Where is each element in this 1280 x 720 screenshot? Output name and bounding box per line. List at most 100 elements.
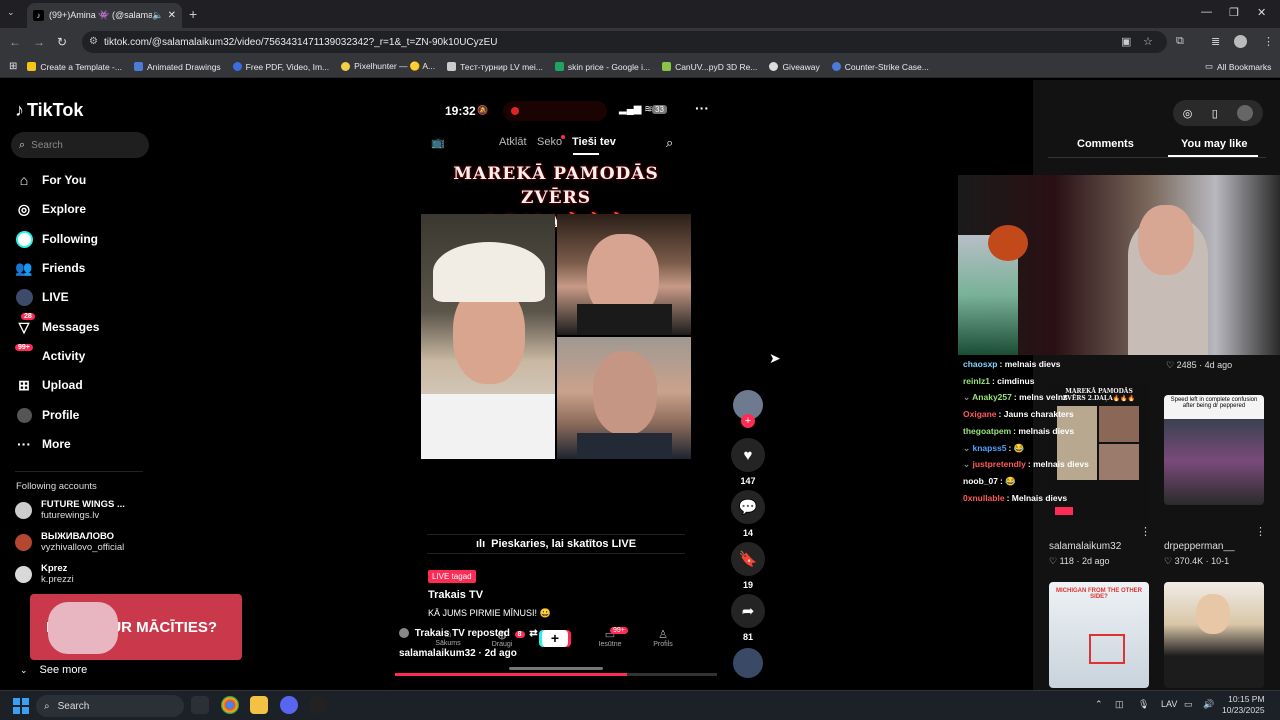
bookmark-item[interactable]: Free PDF, Video, Im... (232, 62, 329, 72)
following-account[interactable]: FUTURE WINGS ... futurewings.lv (15, 496, 155, 524)
create-button[interactable]: + (542, 630, 568, 647)
recommended-video-thumbnail[interactable] (1164, 582, 1264, 688)
save-button[interactable]: 🔖 (731, 542, 765, 576)
install-app-icon[interactable]: ▣ (1121, 35, 1131, 48)
back-button[interactable]: ← (9, 35, 21, 49)
discord-app-icon[interactable] (280, 696, 298, 714)
url-field[interactable]: ⚙ tiktok.com/@salamalaikum32/video/75634… (82, 31, 1167, 53)
author-handle[interactable]: salamalaikum32 · 2d ago (399, 648, 517, 659)
chat-text: melnais dievs (1033, 459, 1089, 470)
card-author[interactable]: drpepperman__ (1164, 541, 1235, 552)
tab-comments[interactable]: Comments (1077, 138, 1134, 150)
nav-upload[interactable]: ⊞ Upload (15, 374, 155, 396)
chrome-menu-icon[interactable]: ⋮ (1263, 35, 1274, 48)
reload-button[interactable]: ↻ (57, 35, 67, 49)
network-icon[interactable]: ▭ (1184, 699, 1193, 710)
windows-start-icon[interactable] (13, 698, 29, 714)
tray-app-icon[interactable]: ◫ (1115, 699, 1124, 710)
browser-tab[interactable]: ♪ (99+)Amina 👾 (@salamalaikum32) 🔈 ✕ (27, 3, 182, 28)
file-explorer-icon[interactable] (250, 696, 268, 714)
bookmark-item[interactable]: Тест-турнир LV mei... (447, 62, 543, 72)
taskbar-search[interactable]: ⌕ Search (36, 695, 184, 717)
see-more-button[interactable]: ⌄ See more (20, 664, 87, 676)
share-button[interactable]: ➦ (731, 594, 765, 628)
forward-button[interactable]: → (33, 35, 45, 49)
bookmark-item[interactable]: Animated Drawings (133, 62, 221, 72)
nav-for-you[interactable]: ⌂ For You (15, 169, 155, 191)
card-more-icon[interactable]: ⋮ (1255, 525, 1266, 538)
nav-profile[interactable]: Profile (15, 404, 155, 426)
more-options-icon[interactable]: ··· (695, 100, 709, 116)
ad-banner[interactable]: NEZINI KUR MĀCĪTIES? (30, 594, 242, 660)
extensions-icon[interactable]: ⧉ (1176, 35, 1184, 48)
live-streamer-name[interactable]: Trakais TV (428, 589, 483, 601)
video-progress-fill (395, 673, 627, 676)
new-tab-button[interactable]: + (189, 6, 197, 22)
site-info-icon[interactable]: ⚙ (89, 36, 98, 47)
user-avatar[interactable] (1237, 105, 1254, 121)
apps-grid-icon[interactable]: ⊞ (9, 61, 17, 72)
tiktok-logo[interactable]: ♪ TikTok (15, 100, 83, 121)
device-icon[interactable]: ▯ (1212, 107, 1218, 120)
video-player[interactable]: 19:32 🔕 ▂▄▆ ≋ 33 ··· 📺 Atklāt Seko Tieši… (395, 96, 717, 678)
bookmark-star-icon[interactable]: ☆ (1143, 35, 1153, 48)
recommended-video-thumbnail[interactable]: Speed left in complete confusion after b… (1164, 395, 1264, 505)
chat-username: chaosxp (963, 359, 998, 369)
nav-live[interactable]: LIVE (15, 286, 155, 308)
bookmark-item[interactable]: CanUV...pyD 3D Re... (662, 62, 757, 72)
minimize-button[interactable]: — (1201, 6, 1212, 18)
maximize-button[interactable]: ❐ (1229, 6, 1239, 19)
tab-search-icon[interactable]: ⌄ (7, 7, 15, 18)
close-window-button[interactable]: ✕ (1257, 6, 1266, 19)
tab-tiesi-tev[interactable]: Tieši tev (572, 136, 616, 148)
music-disc[interactable] (733, 648, 763, 678)
nav-messages[interactable]: ▽ Messages 28 (15, 313, 155, 338)
search-icon[interactable]: ⌕ (666, 135, 673, 151)
comment-button[interactable]: 💬 (731, 490, 765, 524)
tray-chevron-icon[interactable]: ⌃ (1095, 699, 1103, 710)
stream-video-overlay[interactable] (958, 175, 1280, 355)
nav-following[interactable]: Following (15, 228, 155, 250)
bookmark-item[interactable]: skin price - Google i... (554, 62, 650, 72)
following-account[interactable]: Kprez k.prezzi (15, 560, 155, 588)
close-tab-icon[interactable]: ✕ (168, 10, 176, 21)
nav-activity[interactable]: Activity 99+ (15, 344, 155, 367)
bookmark-item[interactable]: Counter-Strike Case... (831, 62, 929, 72)
following-account[interactable]: ВЫЖИВАЛОВО vyzhivallovo_official (15, 528, 155, 556)
follow-plus-button[interactable]: + (741, 414, 755, 428)
task-view-icon[interactable] (191, 696, 209, 714)
chrome-app-icon[interactable] (221, 696, 239, 714)
recommended-video-thumbnail[interactable]: MICHIGAN FROM THE OTHER SIDE? (1049, 582, 1149, 688)
video-progress-bar[interactable] (395, 673, 717, 676)
nav-profils[interactable]: ♙ Profils (643, 628, 683, 648)
nav-friends[interactable]: 👥 Friends (15, 257, 155, 279)
chat-username: Oxigane (963, 409, 997, 420)
like-button[interactable]: ♥ (731, 438, 765, 472)
card-more-icon[interactable]: ⋮ (1140, 525, 1151, 538)
search-input[interactable]: ⌕ Search (11, 132, 149, 158)
bookmark-item[interactable]: Create a Template -... (27, 62, 122, 72)
compass-icon[interactable]: ◎ (1183, 107, 1193, 120)
media-icon[interactable]: ≣ (1211, 35, 1220, 48)
tab-seko[interactable]: Seko (537, 136, 562, 148)
repost-info[interactable]: Trakais TV reposted 8 ⇄ (399, 628, 538, 639)
tab-atklat[interactable]: Atklāt (499, 136, 527, 148)
nav-more[interactable]: ··· More (15, 433, 155, 455)
all-bookmarks-button[interactable]: ▭ All Bookmarks (1205, 61, 1271, 72)
app-icon[interactable] (309, 696, 327, 714)
language-indicator[interactable]: LAV (1161, 699, 1177, 709)
bookmark-item[interactable]: Giveaway (769, 62, 820, 72)
clock[interactable]: 10:15 PM 10/23/2025 (1222, 694, 1265, 716)
watch-live-prompt[interactable]: ılı Pieskaries, lai skatītos LIVE (427, 534, 685, 554)
speaker-icon[interactable]: 🔈 (152, 10, 163, 21)
profile-avatar[interactable] (1234, 35, 1247, 48)
repost-icon: ⇄ (529, 628, 538, 639)
volume-icon[interactable]: 🔊 (1203, 699, 1214, 710)
tab-you-may-like[interactable]: You may like (1181, 138, 1247, 150)
chat-username: knapss5 (972, 442, 1007, 453)
microphone-icon[interactable]: 🎙 (1138, 699, 1149, 710)
card-author[interactable]: salamalaikum32 (1049, 541, 1121, 552)
nav-explore[interactable]: ◎ Explore (15, 198, 155, 220)
live-tv-icon[interactable]: 📺 (431, 136, 445, 149)
bookmark-item[interactable]: Pixelhunter — 🟡 A... (341, 61, 435, 72)
